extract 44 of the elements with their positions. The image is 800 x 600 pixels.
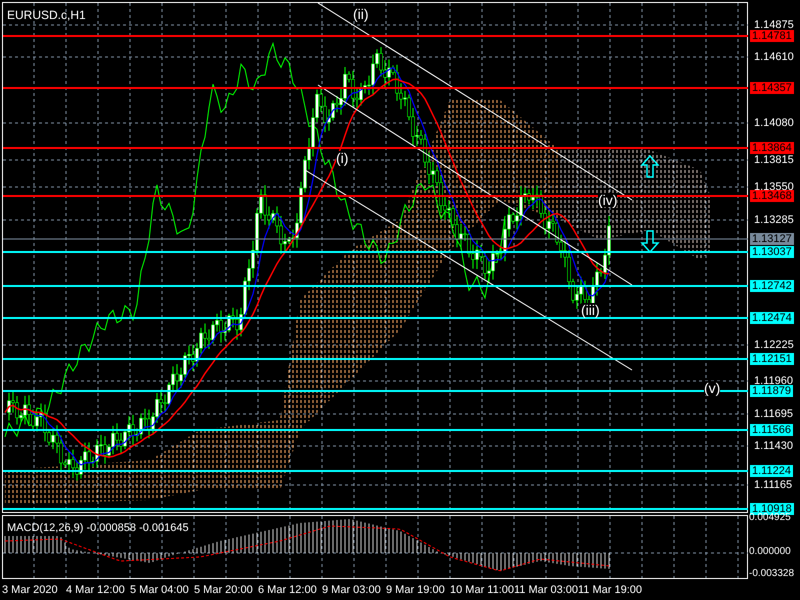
price-level-label: 1.13037 <box>750 246 794 258</box>
time-axis-label: 9 Mar 19:00 <box>386 583 445 598</box>
time-axis-label: 6 Mar 12:00 <box>258 583 317 598</box>
time-axis-label: 9 Mar 03:00 <box>322 583 381 598</box>
price-level-label: 1.13468 <box>750 190 794 202</box>
wave-label: (v) <box>704 381 720 395</box>
price-level-label: 1.13864 <box>750 142 794 154</box>
price-level-label: 1.13127 <box>750 233 794 245</box>
time-axis-label: 5 Mar 04:00 <box>130 583 189 598</box>
price-tick-label: 1.11165 <box>754 479 792 491</box>
wave-label: (i) <box>336 151 348 165</box>
time-axis-label: 3 Mar 2020 <box>2 583 58 598</box>
macd-axis-label: -0.003328 <box>749 568 794 580</box>
time-axis-label: 5 Mar 20:00 <box>194 583 253 598</box>
price-level-label: 1.12742 <box>750 280 794 292</box>
wave-label: (iv) <box>598 193 618 207</box>
down-arrow-icon <box>640 230 660 254</box>
time-axis-label: 10 Mar 11:00 <box>450 583 514 598</box>
time-axis-label: 11 Mar 19:00 <box>578 583 642 598</box>
price-level-label: 1.14357 <box>750 82 794 94</box>
chart-title: EURUSD.c,H1 <box>7 7 86 24</box>
price-level-label: 1.12151 <box>750 353 794 365</box>
price-tick-label: 1.14610 <box>754 51 794 63</box>
macd-axis-label: 0.004925 <box>749 512 791 524</box>
price-tick-label: 1.14875 <box>754 19 794 31</box>
price-tick-label: 1.11960 <box>754 375 793 387</box>
time-axis-label: 4 Mar 12:00 <box>66 583 125 598</box>
price-tick-label: 1.13285 <box>754 214 794 226</box>
up-arrow-icon <box>640 154 660 178</box>
macd-axis-label: 0.000000 <box>749 546 791 558</box>
price-tick-label: 1.12225 <box>754 339 794 351</box>
wave-label: (iii) <box>581 303 600 317</box>
price-tick-label: 1.14080 <box>754 117 794 129</box>
wave-label: (ii) <box>353 7 369 21</box>
price-level-label: 1.11566 <box>750 424 793 436</box>
time-axis-label: 11 Mar 03:00 <box>514 583 578 598</box>
price-tick-label: 1.13815 <box>754 154 794 166</box>
price-tick-label: 1.11430 <box>754 440 793 452</box>
macd-label: MACD(12,26,9) -0.000858 -0.001645 <box>7 521 189 536</box>
price-tick-label: 1.11695 <box>754 408 793 420</box>
price-level-label: 1.12474 <box>750 312 794 324</box>
price-level-label: 1.11879 <box>750 385 793 397</box>
price-level-label: 1.14781 <box>750 30 794 42</box>
price-level-label: 1.11224 <box>750 465 793 477</box>
